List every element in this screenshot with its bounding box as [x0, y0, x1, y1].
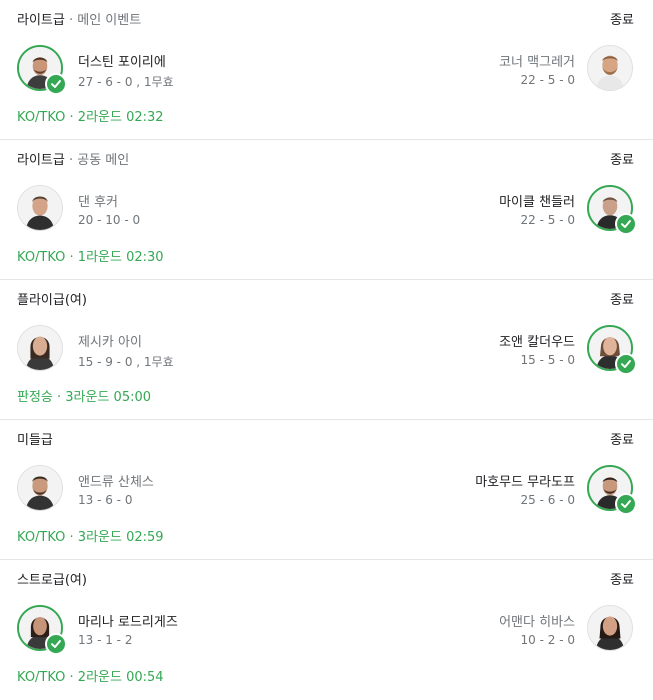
winner-check-icon: [45, 73, 67, 95]
weight-class-label: 라이트급: [17, 153, 65, 168]
fighter-record-left: 27 - 6 - 0 , 1무효: [78, 75, 174, 89]
fighter-name-right[interactable]: 코너 맥그레거: [499, 51, 575, 70]
fighter-name-right[interactable]: 마호무드 무라도프: [475, 471, 575, 490]
fighter-name-left[interactable]: 댄 후커: [78, 191, 118, 210]
weight-class: 스트로급(여): [17, 569, 87, 588]
fight-card[interactable]: 라이트급 · 공동 메인 종료 댄 후커 20 - 10 - 0 마이클 챈들러…: [0, 140, 653, 280]
fight-status: 종료: [610, 433, 634, 448]
fight-card[interactable]: 스트로급(여) 종료 마리나 로드리게즈 13 - 1 - 2 어맨다 히바스 …: [0, 560, 653, 700]
fighter-avatar-left[interactable]: [17, 465, 63, 511]
fighter-record-right: 15 - 5 - 0: [520, 353, 575, 367]
fight-result: KO/TKO · 1라운드 02:30: [17, 250, 164, 265]
fight-card[interactable]: 라이트급 · 메인 이벤트 종료 더스틴 포이리에 27 - 6 - 0 , 1…: [0, 0, 653, 140]
weight-class: 미들급: [17, 429, 53, 448]
fight-results-list: 라이트급 · 메인 이벤트 종료 더스틴 포이리에 27 - 6 - 0 , 1…: [0, 0, 653, 700]
fighter-name-left[interactable]: 앤드류 산체스: [78, 471, 154, 490]
fight-status: 종료: [610, 13, 634, 28]
bout-type-label: · 메인 이벤트: [64, 13, 142, 28]
fighter-photo-icon: [18, 186, 62, 230]
fighter-record-left: 20 - 10 - 0: [78, 213, 141, 227]
weight-class-label: 미들급: [17, 433, 53, 448]
fighter-name-left[interactable]: 제시카 아이: [78, 331, 142, 350]
fighter-name-left[interactable]: 마리나 로드리게즈: [78, 611, 178, 630]
winner-check-icon: [615, 213, 637, 235]
fight-result: 판정승 · 3라운드 05:00: [17, 390, 152, 405]
bout-type-label: · 공동 메인: [64, 153, 130, 168]
fighter-avatar-left[interactable]: [17, 185, 63, 231]
fighter-photo-icon: [18, 466, 62, 510]
winner-check-icon: [45, 633, 67, 655]
fight-result: KO/TKO · 2라운드 00:54: [17, 670, 164, 685]
fight-status: 종료: [610, 293, 634, 308]
fight-result: KO/TKO · 3라운드 02:59: [17, 530, 164, 545]
fight-card[interactable]: 플라이급(여) 종료 제시카 아이 15 - 9 - 0 , 1무효 조앤 칼더…: [0, 280, 653, 420]
winner-check-icon: [615, 493, 637, 515]
fighter-record-left: 13 - 6 - 0: [78, 493, 133, 507]
weight-class: 라이트급 · 메인 이벤트: [17, 9, 141, 28]
winner-check-icon: [615, 353, 637, 375]
fighter-avatar-right[interactable]: [587, 465, 637, 515]
fighter-avatar-right[interactable]: [587, 45, 633, 91]
weight-class-label: 라이트급: [17, 13, 65, 28]
fighter-record-left: 15 - 9 - 0 , 1무효: [78, 355, 174, 369]
fight-result: KO/TKO · 2라운드 02:32: [17, 110, 164, 125]
fighter-avatar-right[interactable]: [587, 185, 637, 235]
fighter-avatar-left[interactable]: [17, 45, 67, 95]
fighter-record-right: 10 - 2 - 0: [520, 633, 575, 647]
fighter-photo-icon: [18, 326, 62, 370]
fighter-name-right[interactable]: 어맨다 히바스: [499, 611, 575, 630]
fighter-record-right: 22 - 5 - 0: [520, 213, 575, 227]
fighter-record-right: 25 - 6 - 0: [520, 493, 575, 507]
fighter-avatar-right[interactable]: [587, 605, 633, 651]
fighter-photo-icon: [588, 606, 632, 650]
fighter-avatar-right[interactable]: [587, 325, 637, 375]
fighter-record-right: 22 - 5 - 0: [520, 73, 575, 87]
fighter-photo-icon: [588, 46, 632, 90]
fighter-avatar-left[interactable]: [17, 605, 67, 655]
fight-card[interactable]: 미들급 종료 앤드류 산체스 13 - 6 - 0 마호무드 무라도프 25 -…: [0, 420, 653, 560]
weight-class-label: 플라이급(여): [17, 293, 87, 308]
fighter-avatar-left[interactable]: [17, 325, 63, 371]
weight-class-label: 스트로급(여): [17, 573, 87, 588]
fighter-name-right[interactable]: 조앤 칼더우드: [499, 331, 575, 350]
fighter-name-left[interactable]: 더스틴 포이리에: [78, 51, 166, 70]
fight-status: 종료: [610, 573, 634, 588]
fighter-name-right[interactable]: 마이클 챈들러: [499, 191, 575, 210]
weight-class: 라이트급 · 공동 메인: [17, 149, 129, 168]
fight-status: 종료: [610, 153, 634, 168]
fighter-record-left: 13 - 1 - 2: [78, 633, 133, 647]
weight-class: 플라이급(여): [17, 289, 87, 308]
